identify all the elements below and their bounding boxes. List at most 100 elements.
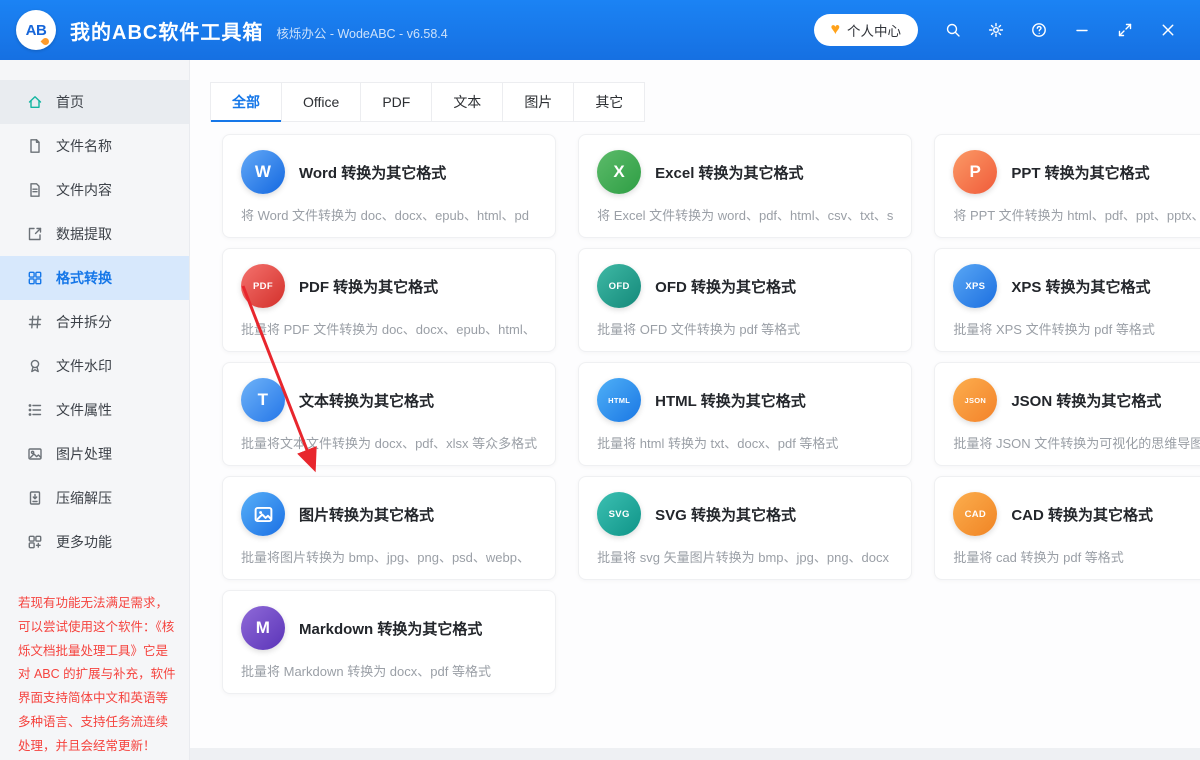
sidebar-item-file-watermark[interactable]: 文件水印	[0, 344, 189, 388]
help-button[interactable]	[1031, 22, 1047, 38]
html-badge-icon: HTML	[597, 378, 641, 422]
maximize-button[interactable]	[1117, 22, 1133, 38]
tab-image[interactable]: 图片	[503, 82, 574, 122]
tool-card-xps[interactable]: XPS XPS 转换为其它格式 批量将 XPS 文件转换为 pdf 等格式	[934, 248, 1200, 352]
maximize-icon	[1117, 22, 1133, 38]
tab-text[interactable]: 文本	[432, 82, 503, 122]
tool-card-image[interactable]: 图片转换为其它格式 批量将图片转换为 bmp、jpg、png、psd、webp、	[222, 476, 556, 580]
app-subtitle: 核烁办公 - WodeABC - v6.58.4	[276, 23, 447, 42]
tab-pdf[interactable]: PDF	[361, 82, 432, 122]
search-button[interactable]	[945, 22, 961, 38]
sidebar-item-file-props[interactable]: 文件属性	[0, 388, 189, 432]
tool-card-word[interactable]: W Word 转换为其它格式 将 Word 文件转换为 doc、docx、epu…	[222, 134, 556, 238]
sidebar-item-label: 压缩解压	[56, 488, 112, 508]
sidebar-item-data-extract[interactable]: 数据提取	[0, 212, 189, 256]
convert-icon	[27, 270, 43, 286]
category-tabs: 全部 Office PDF 文本 图片 其它	[210, 82, 1158, 122]
card-description: 批量将 OFD 文件转换为 pdf 等格式	[597, 319, 893, 338]
cad-badge-icon: CAD	[953, 492, 997, 536]
card-title: Excel 转换为其它格式	[655, 162, 803, 183]
card-title: JSON 转换为其它格式	[1011, 390, 1161, 411]
settings-icon	[988, 22, 1004, 38]
card-title: HTML 转换为其它格式	[655, 390, 806, 411]
sidebar-item-label: 合并拆分	[56, 312, 112, 332]
tab-other[interactable]: 其它	[574, 82, 645, 122]
image-icon	[27, 446, 43, 462]
tool-card-json[interactable]: JSON JSON 转换为其它格式 批量将 JSON 文件转换为可视化的思维导图…	[934, 362, 1200, 466]
sidebar-item-more[interactable]: 更多功能	[0, 520, 189, 564]
tool-card-markdown[interactable]: M Markdown 转换为其它格式 批量将 Markdown 转换为 docx…	[222, 590, 556, 694]
sidebar-item-label: 文件内容	[56, 180, 112, 200]
card-title: PDF 转换为其它格式	[299, 276, 438, 297]
more-icon	[27, 534, 43, 550]
tool-card-svg[interactable]: SVG SVG 转换为其它格式 批量将 svg 矢量图片转换为 bmp、jpg、…	[578, 476, 912, 580]
member-badge-icon: ♥	[831, 22, 841, 38]
sidebar-item-label: 文件水印	[56, 356, 112, 376]
text-badge-icon: T	[241, 378, 285, 422]
card-title: Word 转换为其它格式	[299, 162, 446, 183]
svg-badge-icon: SVG	[597, 492, 641, 536]
sidebar-item-label: 更多功能	[56, 532, 112, 552]
app-title: 我的ABC软件工具箱	[70, 16, 263, 45]
card-description: 批量将 XPS 文件转换为 pdf 等格式	[953, 319, 1200, 338]
json-badge-icon: JSON	[953, 378, 997, 422]
card-title: SVG 转换为其它格式	[655, 504, 796, 525]
tab-all[interactable]: 全部	[210, 82, 282, 122]
sidebar-item-file-name[interactable]: 文件名称	[0, 124, 189, 168]
sidebar-item-merge-split[interactable]: 合并拆分	[0, 300, 189, 344]
tool-card-text[interactable]: T 文本转换为其它格式 批量将文本文件转换为 docx、pdf、xlsx 等众多…	[222, 362, 556, 466]
tool-card-ofd[interactable]: OFD OFD 转换为其它格式 批量将 OFD 文件转换为 pdf 等格式	[578, 248, 912, 352]
sidebar: 首页 文件名称 文件内容 数据提取 格式转换 合并拆分 文件水印 文件属性 图片…	[0, 60, 190, 760]
sidebar-item-label: 格式转换	[56, 268, 112, 288]
pdf-badge-icon: PDF	[241, 264, 285, 308]
sidebar-item-zip[interactable]: 压缩解压	[0, 476, 189, 520]
sidebar-item-label: 首页	[56, 92, 84, 112]
card-description: 批量将 svg 矢量图片转换为 bmp、jpg、png、docx	[597, 547, 893, 566]
sidebar-item-label: 图片处理	[56, 444, 112, 464]
card-title: 文本转换为其它格式	[299, 390, 434, 411]
image-badge-icon	[241, 492, 285, 536]
watermark-icon	[27, 358, 43, 374]
app-logo-icon: AB	[16, 10, 56, 50]
sidebar-item-label: 文件属性	[56, 400, 112, 420]
search-icon	[945, 22, 961, 38]
xps-badge-icon: XPS	[953, 264, 997, 308]
tool-card-html[interactable]: HTML HTML 转换为其它格式 批量将 html 转换为 txt、docx、…	[578, 362, 912, 466]
zip-icon	[27, 490, 43, 506]
tab-office[interactable]: Office	[282, 82, 361, 122]
sidebar-item-image-process[interactable]: 图片处理	[0, 432, 189, 476]
logo-text: AB	[26, 22, 47, 39]
close-button[interactable]	[1160, 22, 1176, 38]
card-description: 批量将图片转换为 bmp、jpg、png、psd、webp、	[241, 547, 537, 566]
sidebar-item-label: 数据提取	[56, 224, 112, 244]
tool-card-ppt[interactable]: P PPT 转换为其它格式 将 PPT 文件转换为 html、pdf、ppt、p…	[934, 134, 1200, 238]
sidebar-nav: 首页 文件名称 文件内容 数据提取 格式转换 合并拆分 文件水印 文件属性 图片…	[0, 80, 189, 564]
user-center-button[interactable]: ♥ 个人中心	[814, 14, 919, 46]
ppt-badge-icon: P	[953, 150, 997, 194]
sidebar-item-file-content[interactable]: 文件内容	[0, 168, 189, 212]
sidebar-item-format-convert[interactable]: 格式转换	[0, 256, 189, 300]
card-description: 批量将 cad 转换为 pdf 等格式	[953, 547, 1200, 566]
sidebar-item-label: 文件名称	[56, 136, 112, 156]
hash-icon	[27, 314, 43, 330]
tool-card-cad[interactable]: CAD CAD 转换为其它格式 批量将 cad 转换为 pdf 等格式	[934, 476, 1200, 580]
sidebar-item-home[interactable]: 首页	[0, 80, 189, 124]
titlebar: AB 我的ABC软件工具箱 核烁办公 - WodeABC - v6.58.4 ♥…	[0, 0, 1200, 60]
extract-icon	[27, 226, 43, 242]
card-description: 批量将 html 转换为 txt、docx、pdf 等格式	[597, 433, 893, 452]
tool-card-grid: W Word 转换为其它格式 将 Word 文件转换为 doc、docx、epu…	[222, 134, 1158, 694]
help-icon	[1031, 22, 1047, 38]
card-title: 图片转换为其它格式	[299, 504, 434, 525]
card-title: Markdown 转换为其它格式	[299, 618, 482, 639]
card-description: 将 PPT 文件转换为 html、pdf、ppt、pptx、xps 等	[953, 205, 1200, 224]
card-title: XPS 转换为其它格式	[1011, 276, 1150, 297]
card-description: 批量将 PDF 文件转换为 doc、docx、epub、html、	[241, 319, 537, 338]
card-description: 批量将 JSON 文件转换为可视化的思维导图或其它格	[953, 433, 1200, 452]
minimize-button[interactable]	[1074, 22, 1090, 38]
card-title: OFD 转换为其它格式	[655, 276, 796, 297]
card-title: CAD 转换为其它格式	[1011, 504, 1153, 525]
settings-button[interactable]	[988, 22, 1004, 38]
tool-card-excel[interactable]: X Excel 转换为其它格式 将 Excel 文件转换为 word、pdf、h…	[578, 134, 912, 238]
sidebar-promo-text: 若现有功能无法满足需求，可以尝试使用这个软件：《核烁文档批量处理工具》它是对 A…	[18, 592, 177, 758]
tool-card-pdf[interactable]: PDF PDF 转换为其它格式 批量将 PDF 文件转换为 doc、docx、e…	[222, 248, 556, 352]
